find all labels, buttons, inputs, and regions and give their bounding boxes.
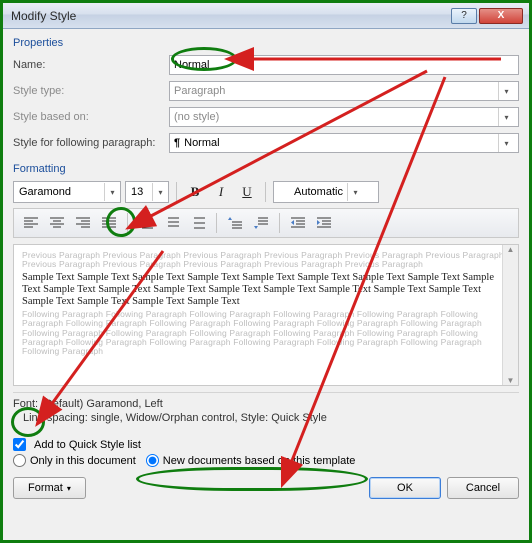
- line-spacing-1-button[interactable]: [134, 212, 158, 234]
- new-documents-template-label: New documents based on this template: [163, 455, 356, 467]
- add-to-quick-style-checkbox[interactable]: [13, 438, 26, 451]
- separator: [176, 182, 177, 202]
- align-center-button[interactable]: [45, 212, 69, 234]
- window-title: Modify Style: [11, 9, 449, 23]
- following-paragraph-value: ¶Normal: [174, 137, 220, 149]
- help-button[interactable]: ?: [451, 8, 477, 24]
- align-left-button[interactable]: [19, 212, 43, 234]
- only-in-document-radio[interactable]: [13, 454, 26, 467]
- separator: [279, 213, 280, 233]
- separator: [216, 213, 217, 233]
- line-spacing-15-button[interactable]: [160, 212, 184, 234]
- desc-line1: Font: (Default) Garamond, Left: [13, 397, 519, 411]
- font-size-combo[interactable]: 13 ▾: [125, 181, 169, 203]
- style-based-on-value: (no style): [174, 111, 219, 123]
- paragraph-format-toolbar: [13, 208, 519, 238]
- cancel-button[interactable]: Cancel: [447, 477, 519, 499]
- formatting-section-label: Formatting: [13, 163, 519, 175]
- name-input-value: Normal: [174, 59, 209, 71]
- only-in-document-label: Only in this document: [30, 455, 136, 467]
- chevron-down-icon: ▾: [498, 82, 514, 100]
- space-before-increase-button[interactable]: [223, 212, 247, 234]
- font-color-combo[interactable]: Automatic ▾: [273, 181, 379, 203]
- line-spacing-2-button[interactable]: [186, 212, 210, 234]
- style-type-label: Style type:: [13, 85, 169, 97]
- titlebar: Modify Style ? X: [3, 3, 529, 29]
- preview-previous-paragraph: Previous Paragraph Previous Paragraph Pr…: [22, 251, 510, 270]
- style-type-value: Paragraph: [174, 85, 225, 97]
- bold-button[interactable]: B: [184, 181, 206, 203]
- properties-section-label: Properties: [13, 37, 519, 49]
- style-based-on-label: Style based on:: [13, 111, 169, 123]
- font-family-value: Garamond: [19, 186, 71, 198]
- style-based-on-combo: (no style) ▾: [169, 107, 519, 127]
- chevron-down-icon: ▾: [67, 484, 71, 493]
- following-paragraph-combo[interactable]: ¶Normal ▾: [169, 133, 519, 153]
- font-size-value: 13: [131, 186, 143, 198]
- preview-following-paragraph: Following Paragraph Following Paragraph …: [22, 310, 510, 357]
- font-color-value: Automatic: [294, 186, 343, 198]
- add-to-quick-style-label: Add to Quick Style list: [34, 439, 141, 451]
- name-label: Name:: [13, 59, 169, 71]
- preview-sample-text: Sample Text Sample Text Sample Text Samp…: [22, 272, 510, 308]
- underline-button[interactable]: U: [236, 181, 258, 203]
- chevron-down-icon[interactable]: ▾: [498, 134, 514, 152]
- ok-button[interactable]: OK: [369, 477, 441, 499]
- following-paragraph-label: Style for following paragraph:: [13, 137, 169, 149]
- new-documents-template-option[interactable]: New documents based on this template: [146, 454, 356, 467]
- font-family-combo[interactable]: Garamond ▾: [13, 181, 121, 203]
- space-before-decrease-button[interactable]: [249, 212, 273, 234]
- align-justify-button[interactable]: [97, 212, 121, 234]
- style-preview: Previous Paragraph Previous Paragraph Pr…: [13, 244, 519, 386]
- ok-button-label: OK: [397, 482, 413, 494]
- cancel-button-label: Cancel: [466, 482, 500, 494]
- decrease-indent-button[interactable]: [286, 212, 310, 234]
- character-format-toolbar: Garamond ▾ 13 ▾ B I U Automatic ▾: [13, 181, 519, 203]
- desc-line2: Line spacing: single, Widow/Orphan contr…: [13, 411, 519, 425]
- name-input[interactable]: Normal: [169, 55, 519, 75]
- chevron-down-icon[interactable]: ▾: [347, 183, 363, 201]
- close-button[interactable]: X: [479, 8, 523, 24]
- format-button-label: Format: [28, 482, 63, 494]
- align-right-button[interactable]: [71, 212, 95, 234]
- chevron-down-icon: ▾: [498, 108, 514, 126]
- preview-scrollbar[interactable]: [502, 245, 518, 385]
- separator: [265, 182, 266, 202]
- style-type-combo: Paragraph ▾: [169, 81, 519, 101]
- chevron-down-icon[interactable]: ▾: [152, 183, 168, 201]
- italic-button[interactable]: I: [210, 181, 232, 203]
- separator: [127, 213, 128, 233]
- only-in-document-option[interactable]: Only in this document: [13, 454, 136, 467]
- modify-style-dialog: Modify Style ? X Properties Name: Normal…: [0, 0, 532, 543]
- add-to-quick-style-row[interactable]: Add to Quick Style list: [13, 438, 519, 451]
- new-documents-template-radio[interactable]: [146, 454, 159, 467]
- format-menu-button[interactable]: Format ▾: [13, 477, 86, 499]
- chevron-down-icon[interactable]: ▾: [104, 183, 120, 201]
- style-description: Font: (Default) Garamond, Left Line spac…: [13, 392, 519, 434]
- increase-indent-button[interactable]: [312, 212, 336, 234]
